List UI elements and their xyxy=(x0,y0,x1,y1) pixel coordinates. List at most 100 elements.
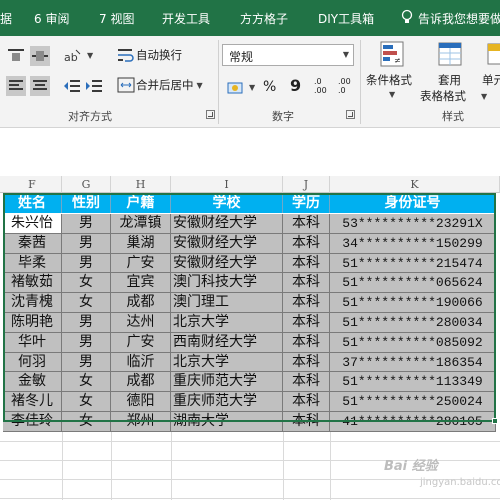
column-header-g[interactable]: G xyxy=(62,176,111,193)
tab-review[interactable]: 6 审阅 xyxy=(34,10,69,27)
orientation-icon[interactable]: ab xyxy=(62,46,82,66)
increase-indent-icon[interactable] xyxy=(84,76,104,96)
tell-me-search[interactable]: 告诉我您想要做 xyxy=(418,10,500,27)
cell-id-number[interactable]: 41**********280105 xyxy=(330,412,496,432)
cell-id-number[interactable]: 34**********150299 xyxy=(330,233,496,254)
cell-name[interactable]: 秦茜 xyxy=(3,233,62,254)
cell-name[interactable]: 毕柔 xyxy=(3,253,62,274)
conditional-format-dropdown-icon[interactable]: ▼ xyxy=(389,90,395,99)
cell-hometown[interactable]: 达州 xyxy=(111,313,171,333)
format-as-table-dropdown-icon[interactable]: ▼ xyxy=(481,92,487,101)
cell-id-number[interactable]: 51**********215474 xyxy=(330,253,496,274)
cell-school[interactable]: 安徽财经大学 xyxy=(171,253,283,274)
tab-data[interactable]: 据 xyxy=(0,10,12,27)
cell-degree[interactable]: 本科 xyxy=(283,313,330,333)
alignment-launcher-icon[interactable] xyxy=(206,110,215,119)
cell-school[interactable]: 澳门科技大学 xyxy=(171,273,283,294)
cell-styles-label[interactable]: 单元 xyxy=(482,72,500,88)
cell-id-number[interactable]: 37**********186354 xyxy=(330,352,496,373)
header-cell-name[interactable]: 姓名 xyxy=(3,194,62,213)
number-format-select[interactable]: 常规 ▼ xyxy=(222,44,354,66)
column-header-i[interactable]: I xyxy=(171,176,283,193)
cell-name[interactable]: 李佳玲 xyxy=(3,412,62,432)
cell-id-number[interactable]: 51**********190066 xyxy=(330,293,496,313)
cell-hometown[interactable]: 龙潭镇 xyxy=(111,214,171,234)
align-left-icon[interactable] xyxy=(6,76,26,96)
middle-align-icon[interactable] xyxy=(30,46,50,66)
cell-degree[interactable]: 本科 xyxy=(283,214,330,234)
cell-gender[interactable]: 女 xyxy=(62,412,111,432)
cell-school[interactable]: 澳门理工 xyxy=(171,293,283,313)
percent-button[interactable]: % xyxy=(263,79,276,95)
cell-gender[interactable]: 男 xyxy=(62,332,111,353)
align-center-icon[interactable] xyxy=(30,76,50,96)
cell-name[interactable]: 华叶 xyxy=(3,332,62,353)
number-launcher-icon[interactable] xyxy=(346,110,355,119)
cell-gender[interactable]: 男 xyxy=(62,233,111,254)
cell-name[interactable]: 沈青槐 xyxy=(3,293,62,313)
cell-school[interactable]: 重庆师范大学 xyxy=(171,372,283,393)
cell-gender[interactable]: 男 xyxy=(62,253,111,274)
cell-gender[interactable]: 男 xyxy=(62,352,111,373)
column-header-k[interactable]: K xyxy=(330,176,500,193)
cell-degree[interactable]: 本科 xyxy=(283,273,330,294)
cell-id-number[interactable]: 51**********065624 xyxy=(330,273,496,294)
cell-degree[interactable]: 本科 xyxy=(283,332,330,353)
cell-gender[interactable]: 女 xyxy=(62,273,111,294)
header-cell-degree[interactable]: 学历 xyxy=(283,194,330,213)
cell-school[interactable]: 安徽财经大学 xyxy=(171,233,283,254)
cell-hometown[interactable]: 广安 xyxy=(111,332,171,353)
wrap-text-button[interactable]: 自动换行 xyxy=(116,44,182,66)
cell-gender[interactable]: 女 xyxy=(62,392,111,412)
tab-ffgz[interactable]: 方方格子 xyxy=(240,10,288,27)
cell-degree[interactable]: 本科 xyxy=(283,372,330,393)
fill-handle[interactable] xyxy=(492,418,498,424)
cell-degree[interactable]: 本科 xyxy=(283,352,330,373)
comma-style-button[interactable]: 9 xyxy=(290,76,301,95)
merge-dropdown-icon[interactable]: ▼ xyxy=(197,81,203,90)
top-align-icon[interactable] xyxy=(6,46,26,66)
increase-decimal-button[interactable]: .0 .00 xyxy=(314,77,334,95)
cell-hometown[interactable]: 郑州 xyxy=(111,412,171,432)
accounting-format-icon[interactable] xyxy=(226,78,246,98)
cell-name[interactable]: 何羽 xyxy=(3,352,62,373)
decrease-indent-icon[interactable] xyxy=(62,76,82,96)
cell-hometown[interactable]: 成都 xyxy=(111,293,171,313)
cell-gender[interactable]: 男 xyxy=(62,214,111,234)
column-header-h[interactable]: H xyxy=(111,176,171,193)
accounting-dropdown-icon[interactable]: ▼ xyxy=(249,83,255,92)
decrease-decimal-button[interactable]: .00 .0 xyxy=(338,77,358,95)
cell-hometown[interactable]: 德阳 xyxy=(111,392,171,412)
cell-gender[interactable]: 女 xyxy=(62,372,111,393)
format-as-table-label-1[interactable]: 套用 xyxy=(438,72,461,88)
cell-degree[interactable]: 本科 xyxy=(283,233,330,254)
orientation-dropdown-icon[interactable]: ▼ xyxy=(87,51,93,60)
cell-degree[interactable]: 本科 xyxy=(283,293,330,313)
cell-name[interactable]: 褚敏茹 xyxy=(3,273,62,294)
cell-degree[interactable]: 本科 xyxy=(283,392,330,412)
cell-school[interactable]: 北京大学 xyxy=(171,313,283,333)
header-cell-gender[interactable]: 性别 xyxy=(62,194,111,213)
cell-name[interactable]: 朱兴怡 xyxy=(3,214,62,234)
cell-school[interactable]: 安徽财经大学 xyxy=(171,214,283,234)
cell-school[interactable]: 北京大学 xyxy=(171,352,283,373)
column-header-f[interactable]: F xyxy=(3,176,62,193)
tab-developer[interactable]: 开发工具 xyxy=(162,10,210,27)
format-as-table-icon[interactable] xyxy=(436,40,464,70)
cell-hometown[interactable]: 巢湖 xyxy=(111,233,171,254)
cell-name[interactable]: 褚冬儿 xyxy=(3,392,62,412)
cell-hometown[interactable]: 广安 xyxy=(111,253,171,274)
tab-view[interactable]: 7 视图 xyxy=(99,10,134,27)
cell-id-number[interactable]: 51**********085092 xyxy=(330,332,496,353)
cell-id-number[interactable]: 51**********250024 xyxy=(330,392,496,412)
cell-styles-icon[interactable] xyxy=(486,40,500,70)
conditional-format-label[interactable]: 条件格式 xyxy=(366,72,412,88)
cell-id-number[interactable]: 53**********23291X xyxy=(330,214,496,234)
cell-school[interactable]: 重庆师范大学 xyxy=(171,392,283,412)
tab-diy-toolbox[interactable]: DIY工具箱 xyxy=(318,10,374,27)
cell-id-number[interactable]: 51**********280034 xyxy=(330,313,496,333)
cell-name[interactable]: 金敏 xyxy=(3,372,62,393)
header-cell-school[interactable]: 学校 xyxy=(171,194,283,213)
cell-gender[interactable]: 女 xyxy=(62,293,111,313)
cell-degree[interactable]: 本科 xyxy=(283,412,330,432)
